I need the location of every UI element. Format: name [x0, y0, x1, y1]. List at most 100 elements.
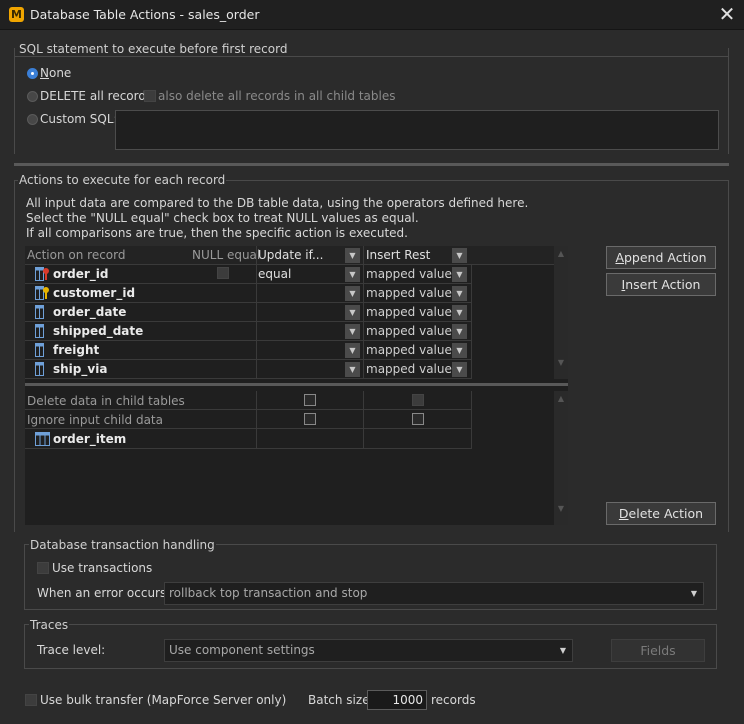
header-insert-rest: Insert Rest	[366, 248, 431, 262]
table-row: customer_id ▼ mapped value ▼	[25, 284, 472, 303]
none-label-text: one	[48, 66, 72, 80]
none-label: None	[40, 66, 72, 80]
chevron-down-icon[interactable]: ▼	[452, 362, 467, 377]
column-icon	[35, 305, 44, 319]
insert-rest-value[interactable]: mapped value	[366, 343, 452, 357]
title-bar: M Database Table Actions - sales_order ✕	[0, 0, 744, 30]
child-table-name: order_item	[53, 432, 127, 446]
scroll-down-icon[interactable]: ▼	[554, 504, 568, 513]
use-transactions-label: Use transactions	[52, 561, 153, 575]
batch-size-label: Batch size:	[308, 693, 374, 707]
update-if-operator[interactable]: equal	[258, 267, 291, 281]
bulk-transfer-checkbox[interactable]	[25, 694, 37, 706]
chevron-down-icon[interactable]: ▼	[345, 362, 360, 377]
append-action-button[interactable]: Append Action	[606, 246, 716, 269]
chevron-down-icon[interactable]: ▼	[452, 305, 467, 320]
table-row: order_date ▼ mapped value ▼	[25, 303, 472, 322]
insert-rest-value[interactable]: mapped value	[366, 267, 452, 281]
error-occurs-label: When an error occurs:	[37, 586, 171, 600]
table-row: freight ▼ mapped value ▼	[25, 341, 472, 360]
chevron-down-icon[interactable]: ▼	[345, 324, 360, 339]
separator	[14, 163, 729, 166]
column-divider	[471, 265, 472, 379]
column-icon	[35, 362, 44, 376]
chevron-down-icon[interactable]: ▼	[345, 267, 360, 282]
delete-child-update-checkbox[interactable]	[304, 394, 316, 406]
scroll-up-icon[interactable]: ▲	[554, 249, 568, 258]
column-divider	[363, 391, 364, 449]
chevron-down-icon[interactable]: ▼	[345, 343, 360, 358]
delete-action-button[interactable]: Delete Action	[606, 502, 716, 525]
insert-rest-dropdown-arrow-icon[interactable]: ▼	[452, 248, 467, 263]
traces-group-label: Traces	[29, 618, 70, 632]
ignore-child-insert-checkbox[interactable]	[412, 413, 424, 425]
trace-level-select[interactable]: Use component settings ▼	[164, 639, 573, 662]
also-delete-checkbox[interactable]	[144, 90, 156, 102]
column-icon	[35, 343, 44, 357]
table-row: order_id equal ▼ mapped value ▼	[25, 265, 472, 284]
delete-action-label: elete Action	[628, 506, 704, 521]
actions-description-1: All input data are compared to the DB ta…	[26, 196, 529, 210]
scroll-down-icon[interactable]: ▼	[554, 358, 568, 367]
ignore-child-update-checkbox[interactable]	[304, 413, 316, 425]
insert-rest-value[interactable]: mapped value	[366, 305, 452, 319]
actions-description-2: Select the "NULL equal" check box to tre…	[26, 211, 419, 225]
custom-sql-input[interactable]	[115, 110, 719, 150]
actions-description-3: If all comparisons are true, then the sp…	[26, 226, 408, 240]
use-transactions-checkbox[interactable]	[37, 562, 49, 574]
insert-rest-value[interactable]: mapped value	[366, 324, 452, 338]
delete-child-insert-checkbox	[412, 394, 424, 406]
column-name: ship_via	[53, 362, 108, 376]
fields-button[interactable]: Fields	[611, 639, 705, 662]
chevron-down-icon[interactable]: ▼	[345, 305, 360, 320]
transaction-group-label: Database transaction handling	[29, 538, 216, 552]
null-equal-checkbox[interactable]	[217, 267, 229, 279]
delete-all-label: DELETE all records	[40, 89, 153, 103]
group-border	[14, 56, 729, 57]
column-name: customer_id	[53, 286, 136, 300]
chevron-down-icon: ▼	[559, 646, 566, 655]
close-icon[interactable]: ✕	[716, 3, 738, 25]
trace-level-value: Use component settings	[169, 643, 315, 657]
none-radio[interactable]	[27, 68, 38, 79]
insert-action-label: nsert Action	[625, 277, 701, 292]
chevron-down-icon[interactable]: ▼	[452, 324, 467, 339]
header-update-if: Update if...	[258, 248, 324, 262]
chevron-down-icon[interactable]: ▼	[452, 286, 467, 301]
column-name: freight	[53, 343, 100, 357]
error-handling-value: rollback top transaction and stop	[169, 586, 368, 600]
error-handling-select[interactable]: rollback top transaction and stop ▼	[164, 582, 704, 605]
append-action-label: ppend Action	[624, 250, 707, 265]
chevron-down-icon: ▼	[690, 589, 697, 598]
scroll-up-icon[interactable]: ▲	[554, 394, 568, 403]
table-row: ship_via ▼ mapped value ▼	[25, 360, 472, 379]
column-name: shipped_date	[53, 324, 144, 338]
chevron-down-icon[interactable]: ▼	[452, 267, 467, 282]
chevron-down-icon[interactable]: ▼	[452, 343, 467, 358]
delete-child-label: Delete data in child tables	[27, 394, 185, 408]
column-divider	[256, 265, 257, 379]
header-action-on-record: Action on record	[27, 248, 126, 262]
insert-rest-value[interactable]: mapped value	[366, 362, 452, 376]
chevron-down-icon[interactable]: ▼	[345, 286, 360, 301]
table-splitter[interactable]	[25, 383, 568, 386]
primary-key-column-icon	[35, 267, 49, 281]
column-divider	[363, 265, 364, 379]
window-title: Database Table Actions - sales_order	[30, 7, 260, 22]
group-border	[14, 180, 15, 532]
insert-rest-value[interactable]: mapped value	[366, 286, 452, 300]
ignore-child-label: Ignore input child data	[27, 413, 163, 427]
insert-action-button[interactable]: Insert Action	[606, 273, 716, 296]
custom-sql-label: Custom SQL:	[40, 112, 118, 126]
header-null-equal: NULL equal	[192, 248, 261, 262]
top-scrollbar[interactable]: ▲ ▼	[554, 246, 568, 379]
child-table-section: Delete data in child tables Ignore input…	[25, 391, 557, 525]
bulk-transfer-label: Use bulk transfer (MapForce Server only)	[40, 693, 287, 707]
custom-sql-radio[interactable]	[27, 114, 38, 125]
batch-size-input[interactable]: 1000	[367, 690, 427, 710]
update-if-dropdown-arrow-icon[interactable]: ▼	[345, 248, 360, 263]
column-divider	[256, 391, 257, 449]
bottom-scrollbar[interactable]: ▲ ▼	[554, 391, 568, 525]
column-name: order_date	[53, 305, 127, 319]
delete-all-radio[interactable]	[27, 91, 38, 102]
